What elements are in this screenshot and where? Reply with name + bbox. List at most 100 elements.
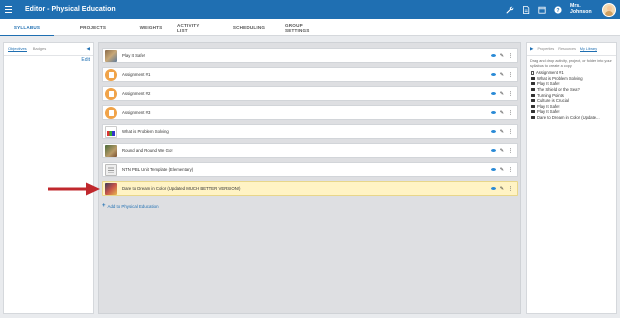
document-thumbnail xyxy=(105,163,117,176)
pencil-icon[interactable]: ✎ xyxy=(500,110,504,116)
more-options-icon[interactable]: ⋮ xyxy=(508,129,513,135)
assignment-icon xyxy=(105,68,117,81)
add-link-label: Add to Physical Education xyxy=(107,203,159,209)
left-panel-tabs: Objectives Badges xyxy=(4,43,93,56)
assignment-icon xyxy=(105,87,117,100)
folder-icon xyxy=(531,93,535,97)
help-icon[interactable]: ? xyxy=(554,5,562,14)
user-name[interactable]: Mrs. Johnson xyxy=(570,3,594,15)
more-options-icon[interactable]: ⋮ xyxy=(508,91,513,97)
wrench-icon[interactable] xyxy=(506,6,514,14)
tab-scheduling[interactable]: SCHEDULING xyxy=(233,19,265,36)
eye-icon[interactable] xyxy=(490,54,496,57)
syllabus-item[interactable]: Play It Safe! ✎ ⋮ xyxy=(102,48,518,63)
more-options-icon[interactable]: ⋮ xyxy=(508,110,513,116)
folder-icon xyxy=(531,104,535,108)
tab-weights[interactable]: WEIGHTS xyxy=(139,19,163,36)
syllabus-item[interactable]: Assignment #2 ✎ ⋮ xyxy=(102,86,518,101)
library-item-label: Assignment #1 xyxy=(536,70,564,76)
tab-activity-list[interactable]: ACTIVITY LIST xyxy=(177,19,211,36)
tab-group-settings[interactable]: GROUP SETTINGS xyxy=(285,19,327,36)
syllabus-item[interactable]: What is Problem Solving ✎ ⋮ xyxy=(102,124,518,139)
page-title: Editor - Physical Education xyxy=(25,6,116,13)
syllabus-item-title: Assignment #1 xyxy=(122,72,151,77)
assignment-icon xyxy=(105,106,117,119)
calendar-icon[interactable] xyxy=(538,6,546,14)
add-to-course-link[interactable]: + Add to Physical Education xyxy=(102,203,159,209)
pencil-icon[interactable]: ✎ xyxy=(500,167,504,173)
tab-resources[interactable]: Resources xyxy=(558,47,576,51)
top-bar: Editor - Physical Education ? Mrs. Johns… xyxy=(0,0,620,19)
chart-thumbnail xyxy=(105,125,117,138)
syllabus-item-title: Dare to Dream in Color (Updated MUCH BET… xyxy=(122,186,241,191)
top-right-tools: ? Mrs. Johnson xyxy=(506,0,616,19)
more-options-icon[interactable]: ⋮ xyxy=(508,53,513,59)
more-options-icon[interactable]: ⋮ xyxy=(508,186,513,192)
syllabus-item[interactable]: NTN PBL Unit Template (Elementary) ✎ ⋮ xyxy=(102,162,518,177)
tab-badges[interactable]: Badges xyxy=(33,46,47,52)
syllabus-item-highlighted[interactable]: Dare to Dream in Color (Updated MUCH BET… xyxy=(102,181,518,196)
library-item-label: Culture is Crucial xyxy=(537,98,569,104)
tab-syllabus[interactable]: SYLLABUS xyxy=(0,19,54,36)
eye-icon[interactable] xyxy=(490,168,496,171)
eye-icon[interactable] xyxy=(490,111,496,114)
syllabus-item[interactable]: Round and Round We Go! ✎ ⋮ xyxy=(102,143,518,158)
more-options-icon[interactable]: ⋮ xyxy=(508,148,513,154)
pencil-icon[interactable]: ✎ xyxy=(500,91,504,97)
syllabus-item[interactable]: Assignment #3 ✎ ⋮ xyxy=(102,105,518,120)
eye-icon[interactable] xyxy=(490,92,496,95)
annotation-arrow xyxy=(48,182,100,196)
library-item-label: Turning Points xyxy=(537,92,564,98)
editor-tabs: SYLLABUS PROJECTS WEIGHTS ACTIVITY LIST … xyxy=(0,19,620,36)
avatar[interactable] xyxy=(602,2,616,17)
eye-icon[interactable] xyxy=(490,149,496,152)
eye-icon[interactable] xyxy=(490,130,496,133)
photo-thumbnail xyxy=(105,182,117,195)
plus-icon: + xyxy=(102,203,106,209)
pencil-icon[interactable]: ✎ xyxy=(500,186,504,192)
pencil-icon[interactable]: ✎ xyxy=(500,129,504,135)
photo-thumbnail xyxy=(105,144,117,157)
syllabus-item-title: NTN PBL Unit Template (Elementary) xyxy=(122,167,194,172)
folder-icon xyxy=(531,82,535,86)
tab-projects[interactable]: PROJECTS xyxy=(80,19,106,36)
eye-icon[interactable] xyxy=(490,187,496,190)
hamburger-menu-icon[interactable] xyxy=(5,6,19,13)
photo-thumbnail xyxy=(105,49,117,62)
library-help-text: Drag and drop activity, project, or fold… xyxy=(530,59,612,68)
svg-text:?: ? xyxy=(556,7,559,13)
library-item-label: Play It Safe! xyxy=(537,103,560,109)
library-item-label: Play It Safe! xyxy=(537,81,560,87)
edit-objectives-link[interactable]: Edit xyxy=(81,57,90,63)
library-item-label: The Shield or the Sea? xyxy=(537,87,580,93)
library-item-label: Dare to Dream in Color (Update... xyxy=(537,115,600,121)
pencil-icon[interactable]: ✎ xyxy=(500,72,504,78)
syllabus-item-title: What is Problem Solving xyxy=(122,129,169,134)
eye-icon[interactable] xyxy=(490,73,496,76)
tab-properties[interactable]: Properties xyxy=(537,47,554,51)
syllabus-item-title: Play It Safe! xyxy=(122,53,146,58)
collapse-left-icon[interactable]: ◀ xyxy=(87,46,90,52)
folder-icon xyxy=(531,110,535,114)
syllabus-item-title: Round and Round We Go! xyxy=(122,148,173,153)
pencil-icon[interactable]: ✎ xyxy=(500,53,504,59)
folder-icon xyxy=(531,88,535,92)
syllabus-item[interactable]: Assignment #1 ✎ ⋮ xyxy=(102,67,518,82)
folder-icon xyxy=(531,99,535,103)
objectives-panel: Objectives Badges ◀ Edit xyxy=(3,42,94,314)
page-icon xyxy=(531,70,534,75)
tab-my-library[interactable]: My Library xyxy=(579,47,598,52)
more-options-icon[interactable]: ⋮ xyxy=(508,167,513,173)
library-item[interactable]: Dare to Dream in Color (Update... xyxy=(527,115,616,121)
library-item-label: Play It Safe! xyxy=(537,109,560,115)
more-options-icon[interactable]: ⋮ xyxy=(508,72,513,78)
library-item-label: What is Problem Solving xyxy=(537,75,583,81)
library-panel: ▶ Properties Resources My Library Drag a… xyxy=(526,42,617,314)
expand-panel-icon[interactable]: ▶ xyxy=(530,46,533,52)
right-panel-tabs: ▶ Properties Resources My Library xyxy=(527,43,616,56)
tab-objectives[interactable]: Objectives xyxy=(8,46,27,52)
folder-icon xyxy=(531,76,535,80)
document-icon[interactable] xyxy=(522,5,530,14)
pencil-icon[interactable]: ✎ xyxy=(500,148,504,154)
syllabus-item-title: Assignment #2 xyxy=(122,91,151,96)
